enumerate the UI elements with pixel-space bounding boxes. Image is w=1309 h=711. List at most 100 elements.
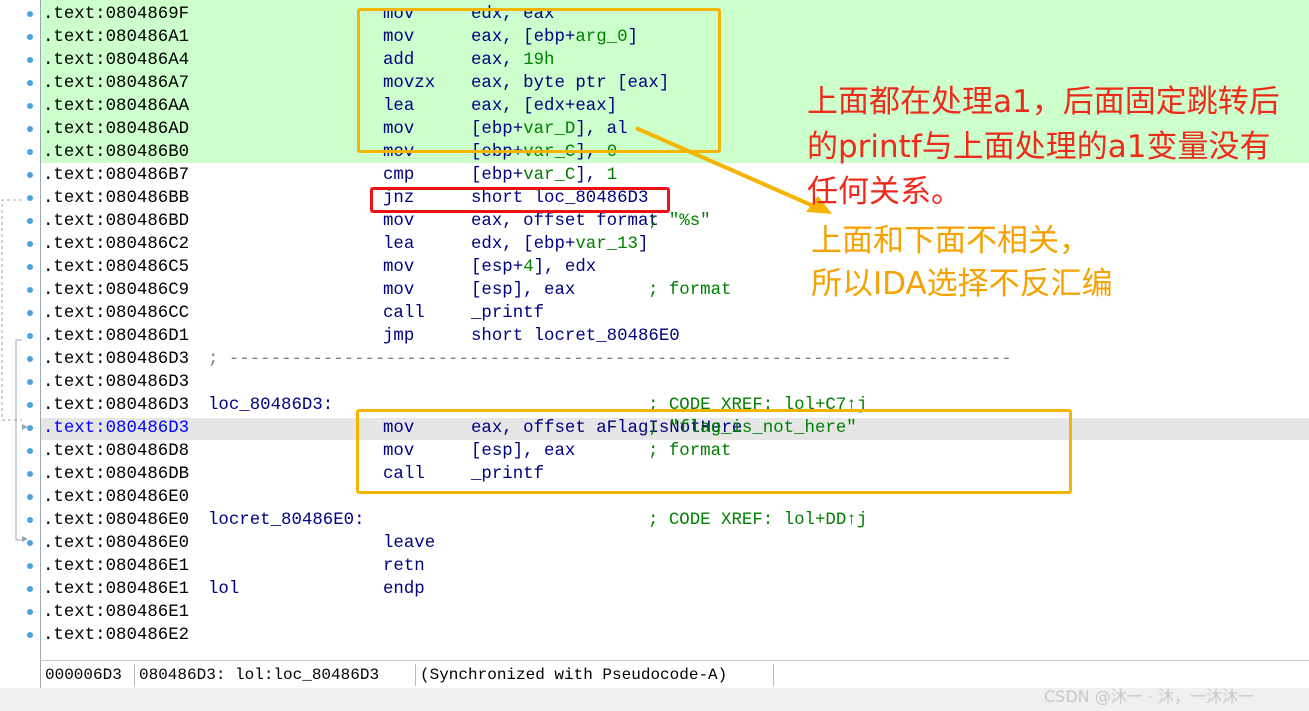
line-mnemonic: mov (383, 212, 415, 231)
line-address: .text:080486D8 (43, 442, 190, 461)
line-address: .text:080486A7 (43, 74, 190, 93)
line-mnemonic: leave (383, 534, 436, 553)
status-sync: (Synchronized with Pseudocode-A) (420, 666, 728, 684)
line-operands: eax, 19h (471, 51, 555, 70)
line-mnemonic: mov (383, 442, 415, 461)
line-mnemonic: endp (383, 580, 425, 599)
line-address: .text:0804869F (43, 5, 190, 24)
line-address: .text:080486D3 (43, 419, 190, 438)
line-address: .text:080486AA (43, 97, 190, 116)
annotation-red-line-2: 的printf与上面处理的a1变量没有 (807, 129, 1271, 165)
line-label: lol (208, 580, 240, 599)
line-mnemonic: call (383, 465, 425, 484)
line-mnemonic: mov (383, 419, 415, 438)
line-separator: ; --------------------------------------… (208, 350, 1012, 369)
listing-line[interactable]: .text:080486E0 leave (43, 532, 1303, 555)
line-mnemonic: mov (383, 143, 415, 162)
listing-line[interactable]: .text:080486E0 locret_80486E0: ; CODE XREF… (43, 509, 1303, 532)
watermark: CSDN @沐一 · 沐，一沐沐一 (1044, 687, 1254, 706)
listing-line[interactable]: .text:080486E1 lol endp (43, 578, 1303, 601)
line-mnemonic: jmp (383, 327, 415, 346)
line-operands: eax, [ebp+arg_0] (471, 28, 638, 47)
listing-line[interactable]: .text:080486DB call _printf (43, 463, 1303, 486)
status-divider (773, 664, 774, 686)
line-address: .text:080486A1 (43, 28, 190, 47)
listing-line[interactable]: .text:080486A4 add eax, 19h (43, 49, 1303, 72)
annotation-red-line-3: 任何关系。 (807, 174, 962, 210)
listing-line[interactable]: .text:080486CC call _printf (43, 302, 1303, 325)
line-operands: _printf (471, 465, 545, 484)
line-address: .text:080486AD (43, 120, 190, 139)
line-address: .text:080486CC (43, 304, 190, 323)
listing-line[interactable]: .text:080486D8 mov [esp], eax ; format (43, 440, 1303, 463)
line-address: .text:080486E1 (43, 603, 190, 622)
listing-line[interactable]: .text:080486E0 (43, 486, 1303, 509)
listing-line[interactable]: .text:080486D1 jmp short locret_80486E0 (43, 325, 1303, 348)
line-address: .text:080486B7 (43, 166, 190, 185)
line-mnemonic: mov (383, 28, 415, 47)
line-address: .text:080486D1 (43, 327, 190, 346)
listing-line[interactable]: .text:080486E2 (43, 624, 1303, 647)
line-address: .text:080486E1 (43, 580, 190, 599)
line-mnemonic: cmp (383, 166, 415, 185)
line-operands: [ebp+var_C], 0 (471, 143, 618, 162)
flow-arrows (1, 199, 28, 542)
annotation-red-note: 上面都在处理a1，后面固定跳转后 的printf与上面处理的a1变量没有 任何关… (807, 80, 1280, 215)
line-address: .text:080486E1 (43, 557, 190, 576)
line-mnemonic: mov (383, 258, 415, 277)
line-comment: ; "flag_is_not_here" (648, 419, 857, 438)
listing-line[interactable]: .text:080486D3 loc_80486D3: ; CODE XREF: l… (43, 394, 1303, 417)
line-mnemonic: lea (383, 235, 415, 254)
listing-line[interactable]: .text:080486A1 mov eax, [ebp+arg_0] (43, 26, 1303, 49)
line-address: .text:080486C9 (43, 281, 190, 300)
line-comment: ; CODE XREF: lol+DD↑j (648, 511, 868, 530)
line-address: .text:080486D3 (43, 350, 190, 369)
line-operands: _printf (471, 304, 545, 323)
line-address: .text:080486D3 (43, 373, 190, 392)
line-address: .text:080486B0 (43, 143, 190, 162)
status-offset: 000006D3 (45, 666, 122, 684)
line-operands: eax, [edx+eax] (471, 97, 618, 116)
line-address: .text:080486C5 (43, 258, 190, 277)
line-mnemonic: movzx (383, 74, 436, 93)
line-mnemonic: call (383, 304, 425, 323)
line-address: .text:080486BB (43, 189, 190, 208)
line-address: .text:080486A4 (43, 51, 190, 70)
line-label: loc_80486D3: (208, 396, 334, 415)
line-address: .text:080486C2 (43, 235, 190, 254)
line-mnemonic: jnz (383, 189, 415, 208)
line-mnemonic: mov (383, 5, 415, 24)
line-mnemonic: mov (383, 281, 415, 300)
line-operands: [ebp+var_D], al (471, 120, 628, 139)
line-label: locret_80486E0: (208, 511, 365, 530)
listing-line[interactable]: .text:080486D3 mov eax, offset aFlagIsNotH… (43, 417, 1303, 440)
listing-line[interactable]: .text:080486E1 retn (43, 555, 1303, 578)
line-operands: eax, offset format (471, 212, 659, 231)
listing-line[interactable]: .text:0804869F mov edx, eax (43, 3, 1303, 26)
listing-line[interactable]: .text:080486D3 (43, 371, 1303, 394)
listing-line[interactable]: .text:080486C5 mov [esp+4], edx (43, 256, 1303, 279)
line-comment: ; format (648, 281, 732, 300)
line-comment: ; format (648, 442, 732, 461)
line-operands: short loc_80486D3 (471, 189, 649, 208)
annotation-orange-note: 上面和下面不相关， 所以IDA选择不反汇编 (811, 220, 1113, 306)
listing-line[interactable]: .text:080486C2 lea edx, [ebp+var_13] (43, 233, 1303, 256)
line-operands: [esp], eax (471, 281, 576, 300)
line-mnemonic: retn (383, 557, 425, 576)
annotation-orange-line-1: 上面和下面不相关， (811, 223, 1090, 259)
line-address: .text:080486E0 (43, 534, 190, 553)
line-comment: ; "%s" (648, 212, 711, 231)
listing-line[interactable]: .text:080486C9 mov [esp], eax ; format (43, 279, 1303, 302)
listing-line[interactable]: .text:080486D3 ; ------------------------… (43, 348, 1303, 371)
line-address: .text:080486E2 (43, 626, 190, 645)
line-address: .text:080486E0 (43, 488, 190, 507)
listing-line[interactable]: .text:080486E1 (43, 601, 1303, 624)
line-operands: [ebp+var_C], 1 (471, 166, 618, 185)
line-operands: [esp+4], edx (471, 258, 597, 277)
line-comment: ; CODE XREF: lol+C7↑j (648, 396, 868, 415)
line-address: .text:080486DB (43, 465, 190, 484)
line-address: .text:080486E0 (43, 511, 190, 530)
line-address: .text:080486BD (43, 212, 190, 231)
line-operands: [esp], eax (471, 442, 576, 461)
line-mnemonic: mov (383, 120, 415, 139)
